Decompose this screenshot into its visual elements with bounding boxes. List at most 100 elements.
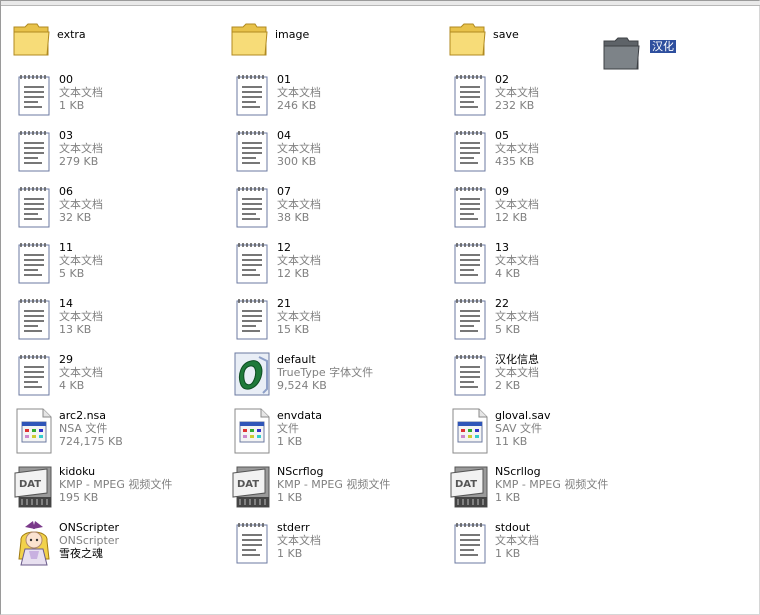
file-type: 文本文档 — [277, 310, 321, 323]
file-size: 246 KB — [277, 99, 317, 112]
file-item[interactable]: 22 文本文档 5 KB — [449, 295, 659, 347]
file-name: 00 — [59, 73, 73, 86]
file-item[interactable]: ONScripter ONScripter 雪夜之魂 — [13, 519, 223, 571]
file-item[interactable]: 05 文本文档 435 KB — [449, 127, 659, 179]
file-size: 724,175 KB — [59, 435, 123, 448]
file-item[interactable]: 21 文本文档 15 KB — [231, 295, 441, 347]
file-item[interactable]: stdout 文本文档 1 KB — [449, 519, 659, 571]
file-item[interactable]: 14 文本文档 13 KB — [13, 295, 223, 347]
file-item[interactable]: 13 文本文档 4 KB — [449, 239, 659, 291]
file-item[interactable]: 07 文本文档 38 KB — [231, 183, 441, 235]
file-size: 1 KB — [495, 547, 521, 560]
file-item[interactable]: DAT NScrflog KMP - MPEG 视频文件 1 KB — [231, 463, 441, 515]
file-size: 4 KB — [495, 267, 521, 280]
folder-item-image[interactable]: image — [229, 15, 439, 67]
file-type: 文本文档 — [495, 86, 539, 99]
file-type: 文件 — [277, 422, 299, 435]
file-type: 文本文档 — [495, 198, 539, 211]
text-document-icon — [13, 239, 55, 287]
file-item[interactable]: 02 文本文档 232 KB — [449, 71, 659, 123]
folder-icon — [11, 15, 53, 63]
text-document-icon — [231, 183, 273, 231]
file-name: 11 — [59, 241, 73, 254]
file-name: 02 — [495, 73, 509, 86]
file-size: 5 KB — [59, 267, 85, 280]
text-document-icon — [13, 295, 55, 343]
window-top-edge — [1, 1, 760, 6]
file-item[interactable]: 12 文本文档 12 KB — [231, 239, 441, 291]
file-name: gloval.sav — [495, 409, 551, 422]
file-name: kidoku — [59, 465, 96, 478]
text-document-icon — [231, 519, 273, 567]
file-item[interactable]: DAT NScrllog KMP - MPEG 视频文件 1 KB — [449, 463, 659, 515]
file-item[interactable]: envdata 文件 1 KB — [231, 407, 441, 459]
text-document-icon — [449, 239, 491, 287]
file-type: KMP - MPEG 视频文件 — [277, 478, 391, 491]
file-size: 12 KB — [277, 267, 310, 280]
file-size: 32 KB — [59, 211, 92, 224]
folder-icon — [229, 15, 271, 63]
file-item[interactable]: stderr 文本文档 1 KB — [231, 519, 441, 571]
file-type: 文本文档 — [277, 254, 321, 267]
file-name: 汉化信息 — [495, 353, 539, 366]
dat-video-icon: DAT — [449, 463, 491, 511]
file-type: KMP - MPEG 视频文件 — [59, 478, 173, 491]
text-document-icon — [449, 71, 491, 119]
file-size: 4 KB — [59, 379, 85, 392]
file-name: ONScripter — [59, 521, 120, 534]
file-type: 文本文档 — [495, 254, 539, 267]
file-item[interactable]: default TrueType 字体文件 9,524 KB — [231, 351, 441, 403]
text-document-icon — [231, 71, 273, 119]
file-type: 文本文档 — [277, 86, 321, 99]
file-size: 11 KB — [495, 435, 528, 448]
file-item[interactable]: 09 文本文档 12 KB — [449, 183, 659, 235]
selected-folder-item[interactable]: 汉化 — [601, 29, 681, 73]
file-item[interactable]: arc2.nsa NSA 文件 724,175 KB — [13, 407, 223, 459]
file-item[interactable]: 00 文本文档 1 KB — [13, 71, 223, 123]
file-size: 1 KB — [495, 491, 521, 504]
file-item[interactable]: DAT kidoku KMP - MPEG 视频文件 195 KB — [13, 463, 223, 515]
text-document-icon — [13, 127, 55, 175]
file-item[interactable]: 04 文本文档 300 KB — [231, 127, 441, 179]
file-item[interactable]: 06 文本文档 32 KB — [13, 183, 223, 235]
file-size: 12 KB — [495, 211, 528, 224]
folder-item-extra[interactable]: extra — [11, 15, 221, 67]
file-name: 03 — [59, 129, 73, 142]
generic-file-icon — [449, 407, 491, 455]
file-type: ONScripter — [59, 534, 120, 547]
file-size: 38 KB — [277, 211, 310, 224]
file-size: 5 KB — [495, 323, 521, 336]
file-size: 13 KB — [59, 323, 92, 336]
file-type: SAV 文件 — [495, 422, 543, 435]
svg-text:DAT: DAT — [237, 479, 259, 490]
file-type: 文本文档 — [277, 142, 321, 155]
selected-folder-name: 汉化 — [650, 40, 676, 53]
file-name: NScrllog — [495, 465, 541, 478]
file-item[interactable]: 01 文本文档 246 KB — [231, 71, 441, 123]
file-name: 07 — [277, 185, 291, 198]
text-document-icon — [449, 295, 491, 343]
truetype-font-icon — [231, 351, 273, 399]
file-name: stderr — [277, 521, 310, 534]
file-type: TrueType 字体文件 — [277, 366, 374, 379]
folder-name: extra — [57, 28, 86, 41]
file-name: 04 — [277, 129, 291, 142]
file-name: arc2.nsa — [59, 409, 107, 422]
generic-file-icon — [231, 407, 273, 455]
svg-text:DAT: DAT — [455, 479, 477, 490]
dat-video-icon: DAT — [231, 463, 273, 511]
file-type: 文本文档 — [59, 86, 103, 99]
file-item[interactable]: 汉化信息 文本文档 2 KB — [449, 351, 659, 403]
file-item[interactable]: 29 文本文档 4 KB — [13, 351, 223, 403]
file-name: NScrflog — [277, 465, 324, 478]
file-type: 文本文档 — [59, 310, 103, 323]
folder-icon — [447, 15, 489, 63]
file-item[interactable]: gloval.sav SAV 文件 11 KB — [449, 407, 659, 459]
file-item[interactable]: 11 文本文档 5 KB — [13, 239, 223, 291]
file-item[interactable]: 03 文本文档 279 KB — [13, 127, 223, 179]
generic-file-icon — [13, 407, 55, 455]
onscripter-app-icon — [13, 519, 55, 567]
file-name: 21 — [277, 297, 291, 310]
file-name: 22 — [495, 297, 509, 310]
file-type: 文本文档 — [495, 366, 539, 379]
